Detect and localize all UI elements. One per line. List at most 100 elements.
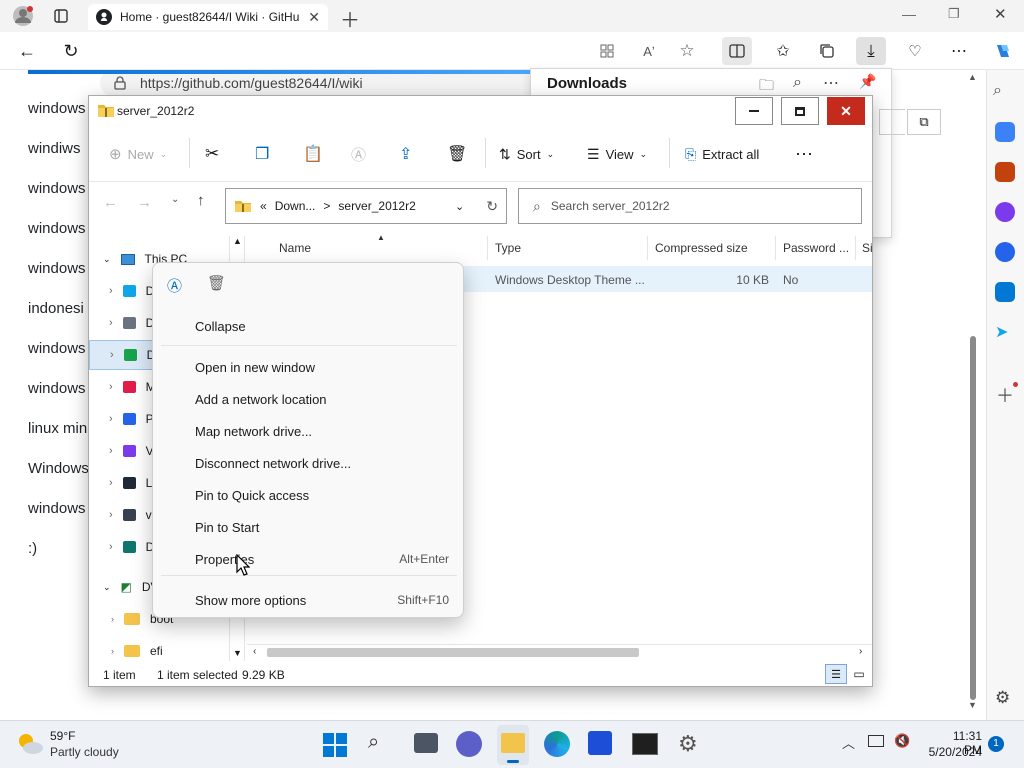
page-scrollbar[interactable]: ▲ ▼ <box>966 70 980 718</box>
weather-temp[interactable]: 59°F <box>50 729 75 743</box>
recent-locations-icon[interactable]: ⌄ <box>171 194 179 205</box>
edge-icon[interactable] <box>544 731 570 757</box>
pin-icon[interactable]: 📌 <box>859 73 876 90</box>
nav-forward-icon[interactable]: → <box>137 194 152 211</box>
extract-all-button[interactable]: ⎘ Extract all <box>679 136 765 172</box>
wiki-line[interactable]: windows <box>28 100 86 117</box>
col-name[interactable]: Name <box>279 241 311 255</box>
show-hidden-icons[interactable]: ︿ <box>842 733 855 752</box>
menu-item-add-a-network-location[interactable]: Add a network location <box>195 385 455 413</box>
new-tab-button[interactable]: ＋ <box>340 4 360 33</box>
tab-actions-button[interactable] <box>46 2 76 30</box>
wiki-line[interactable]: windows <box>28 260 86 277</box>
menu-item-collapse[interactable]: Collapse <box>195 312 455 340</box>
new-button[interactable]: ⊕ New ⌄ <box>103 136 173 172</box>
menu-item-pin-to-quick-access[interactable]: Pin to Quick access <box>195 481 455 509</box>
sort-button[interactable]: ⇅ Sort ⌄ <box>493 136 560 172</box>
back-button[interactable]: ← <box>12 37 42 65</box>
copilot-icon[interactable] <box>988 37 1018 65</box>
wiki-line[interactable]: windows <box>28 340 86 357</box>
nav-back-icon[interactable]: ← <box>103 194 118 211</box>
wiki-line[interactable]: indonesi <box>28 300 84 317</box>
breadcrumb-overflow[interactable]: « <box>260 199 267 213</box>
col-size[interactable]: Si <box>862 241 873 255</box>
cut-icon[interactable]: ✂ <box>199 136 225 172</box>
wiki-line[interactable]: windows <box>28 500 86 517</box>
refresh-icon[interactable]: ↻ <box>486 198 498 215</box>
see-more-icon[interactable]: ⋯ <box>789 136 819 172</box>
paste-icon[interactable]: 📋 <box>297 136 329 172</box>
sidebar-settings-icon[interactable]: ⚙ <box>995 688 1010 708</box>
breadcrumb-current[interactable]: server_2012r2 <box>338 199 415 213</box>
wiki-line[interactable]: windows <box>28 220 86 237</box>
tools-icon[interactable] <box>995 162 1015 182</box>
close-button[interactable]: ✕ <box>994 5 1007 23</box>
tab-close-icon[interactable]: ✕ <box>308 9 320 26</box>
wiki-line[interactable]: windiws <box>28 140 81 157</box>
settings-more-icon[interactable]: ⋯ <box>944 37 974 65</box>
app-available-icon[interactable] <box>592 37 622 65</box>
weather-icon[interactable] <box>16 731 44 757</box>
context-rename-icon[interactable]: Ⓐ <box>167 275 182 296</box>
view-button[interactable]: ☰ View ⌄ <box>581 136 653 172</box>
shopping-tag-icon[interactable] <box>995 122 1015 142</box>
split-screen-icon[interactable] <box>722 37 752 65</box>
refresh-button[interactable]: ↻ <box>56 37 86 65</box>
wiki-line[interactable]: linux min <box>28 420 87 437</box>
wiki-line[interactable]: :) <box>28 540 37 557</box>
volume-muted-icon[interactable]: 🔇 <box>894 733 910 749</box>
browser-tab-active[interactable]: Home · guest82644/I Wiki · GitHub ✕ <box>88 4 328 30</box>
favorites-icon[interactable]: ✩ <box>768 37 798 65</box>
search-icon[interactable]: ⌕ <box>993 82 1013 102</box>
wiki-line[interactable]: Windows <box>28 460 89 477</box>
menu-item-pin-to-start[interactable]: Pin to Start <box>195 513 455 541</box>
wiki-line[interactable]: windows <box>28 380 86 397</box>
microsoft365-icon[interactable] <box>995 242 1015 262</box>
horizontal-scrollbar[interactable]: ‹ › <box>247 644 872 660</box>
games-icon[interactable] <box>995 202 1015 222</box>
downloads-button[interactable]: ⤓ <box>856 37 886 65</box>
collections-icon[interactable] <box>812 37 842 65</box>
task-view-icon[interactable] <box>414 733 438 753</box>
store-icon[interactable] <box>588 731 612 755</box>
h-scroll-thumb[interactable] <box>267 648 639 657</box>
details-view-icon[interactable]: ☰ <box>825 664 847 684</box>
more-options-icon[interactable]: ⋯ <box>823 73 839 93</box>
taskbar-file-explorer[interactable] <box>497 725 529 765</box>
minimize-button[interactable]: — <box>902 6 916 22</box>
copy-link-icon[interactable]: ⧉ <box>907 109 941 135</box>
share-icon[interactable]: ⇪ <box>393 136 418 172</box>
download-item-action[interactable] <box>879 109 905 135</box>
terminal-icon[interactable] <box>632 733 658 755</box>
weather-desc[interactable]: Partly cloudy <box>50 745 119 759</box>
breadcrumb-downloads[interactable]: Down... <box>275 199 316 213</box>
rename-icon[interactable]: Ⓐ <box>345 136 372 172</box>
col-type[interactable]: Type <box>495 241 521 255</box>
notification-badge[interactable]: 1 <box>988 736 1004 752</box>
wiki-line[interactable]: windows <box>28 180 86 197</box>
downloads-search-icon[interactable]: ⌕ <box>793 74 802 92</box>
read-aloud-icon[interactable]: A͏ʼ <box>634 37 664 65</box>
taskbar-settings-icon[interactable]: ⚙ <box>678 731 698 757</box>
breadcrumb-dropdown-icon[interactable]: ⌄ <box>455 200 464 213</box>
col-compressed[interactable]: Compressed size <box>655 241 748 255</box>
col-password[interactable]: Password ... <box>783 241 849 255</box>
explorer-maximize-button[interactable] <box>781 97 819 125</box>
clock-date[interactable]: 5/20/2024 <box>924 745 982 759</box>
tiles-view-icon[interactable]: ▭ <box>849 664 869 684</box>
network-icon[interactable] <box>868 735 884 747</box>
taskbar-search-icon[interactable]: ⌕ <box>368 731 379 754</box>
favorite-star-icon[interactable]: ☆ <box>672 37 702 65</box>
context-delete-icon[interactable]: 🗑 <box>207 274 226 292</box>
outlook-icon[interactable] <box>995 282 1015 302</box>
delete-icon[interactable]: 🗑 <box>441 136 473 172</box>
menu-item-show-more-options[interactable]: Show more options Shift+F10 <box>195 586 455 614</box>
browser-essentials-icon[interactable]: ♡ <box>900 37 930 65</box>
search-box[interactable]: ⌕ Search server_2012r2 <box>518 188 862 224</box>
telegram-icon[interactable]: ➤ <box>995 322 1015 342</box>
copy-icon[interactable]: ❐ <box>249 136 275 172</box>
menu-item-disconnect-network-drive[interactable]: Disconnect network drive... <box>195 449 455 477</box>
restore-button[interactable]: ❐ <box>948 6 960 22</box>
explorer-close-button[interactable]: ✕ <box>827 97 865 125</box>
add-sidebar-icon[interactable]: ＋ <box>996 382 1014 408</box>
